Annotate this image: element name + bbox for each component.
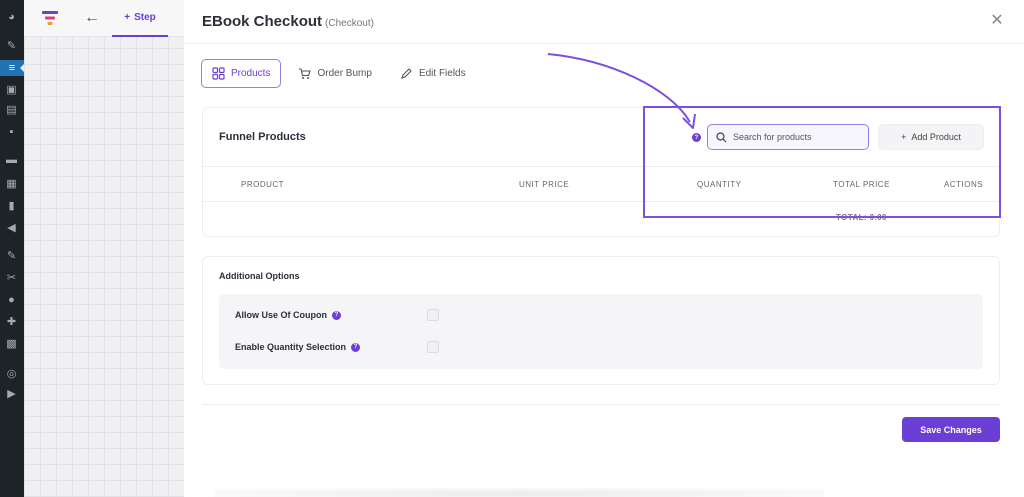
option-coupon-label: Allow Use Of Coupon [235,310,327,320]
additional-options-title: Additional Options [219,271,300,281]
option-quantity: Enable Quantity Selection ? [235,340,361,354]
products-icon[interactable]: ▦ [5,178,18,190]
checkout-modal: EBook Checkout (Checkout) ✕ Products Orde… [184,0,1024,497]
column-quantity: QUANTITY [697,180,742,189]
column-actions: ACTIONS [944,180,984,189]
additional-options-card: Additional Options Allow Use Of Coupon ?… [202,256,1000,385]
cart-icon [299,68,312,79]
tab-products-label: Products [231,68,271,79]
plugins-icon[interactable]: ✂ [5,272,18,284]
search-input[interactable] [733,132,863,142]
add-step-tab[interactable]: + Step [112,0,168,37]
funnel-menu-icon[interactable]: ≡ [0,60,24,76]
modal-title: EBook Checkout (Checkout) [202,13,374,30]
woo-icon[interactable]: ▬ [5,154,18,166]
q-icon[interactable]: ◎ [5,368,18,380]
marketing-icon[interactable]: ◀ [5,222,18,234]
funnel-builder-canvas: ← + Step [24,0,184,497]
option-coupon: Allow Use Of Coupon ? [235,308,341,322]
media-icon[interactable]: ▣ [5,84,18,96]
column-unit-price: UNIT PRICE [519,180,570,189]
funnel-products-card: Funnel Products ? + Add Product PRODUCT … [202,107,1000,237]
modal-title-text: EBook Checkout [202,13,323,30]
comments-icon[interactable]: ▪ [5,126,18,138]
analytics-icon[interactable]: ▮ [5,200,18,212]
order-total: TOTAL: 0.00 [836,213,887,222]
wp-admin-sidebar: ◕ ✎ ≡ ▣ ▤ ▪ ▬ ▦ ▮ ◀ ✎ ✂ ● ✚ ▩ ◎ ▶ [0,0,24,497]
tab-order-bump-label: Order Bump [317,68,372,79]
column-total-price: TOTAL PRICE [833,180,890,189]
grid-icon [212,67,225,80]
tab-edit-fields[interactable]: Edit Fields [389,59,477,88]
help-icon[interactable]: ? [351,342,361,352]
bottom-shadow [214,488,824,497]
modal-header: EBook Checkout (Checkout) ✕ [184,0,1024,44]
appearance-icon[interactable]: ✎ [5,250,18,262]
users-icon[interactable]: ● [5,294,18,306]
help-icon[interactable]: ? [332,310,341,320]
funnel-products-title: Funnel Products [219,131,306,143]
plus-icon: + [124,12,131,23]
search-icon [716,131,727,142]
settings-icon[interactable]: ▩ [5,338,18,350]
tools-icon[interactable]: ✚ [5,316,18,328]
save-changes-button[interactable]: Save Changes [902,417,1000,442]
products-table-header: PRODUCT UNIT PRICE QUANTITY TOTAL PRICE … [203,166,999,202]
pencil-icon [401,68,412,79]
close-icon[interactable]: ✕ [990,13,1004,29]
coupon-checkbox[interactable] [427,309,439,321]
modal-tabs: Products Order Bump Edit Fields [201,59,477,88]
quantity-checkbox[interactable] [427,341,439,353]
pin-icon[interactable]: ✎ [5,40,18,52]
modal-subtitle: (Checkout) [325,18,374,29]
help-icon[interactable]: ? [692,133,701,142]
step-label: Step [134,12,156,23]
options-panel: Allow Use Of Coupon ? Enable Quantity Se… [219,294,983,369]
footer-divider [202,404,1000,405]
play-icon[interactable]: ▶ [5,388,18,400]
dashboard-icon[interactable]: ◕ [5,11,18,23]
back-arrow-icon[interactable]: ← [84,9,100,27]
builder-toolbar: ← + Step [24,0,184,37]
plus-icon: + [901,132,907,142]
add-product-button[interactable]: + Add Product [878,124,984,150]
product-search[interactable] [707,124,869,150]
tab-order-bump[interactable]: Order Bump [287,59,382,88]
tab-edit-fields-label: Edit Fields [418,68,466,79]
option-quantity-label: Enable Quantity Selection [235,342,347,352]
pages-icon[interactable]: ▤ [5,104,18,116]
column-product: PRODUCT [241,180,285,189]
funnel-logo-icon [42,11,58,25]
add-product-label: Add Product [911,132,961,142]
tab-products[interactable]: Products [201,59,282,88]
